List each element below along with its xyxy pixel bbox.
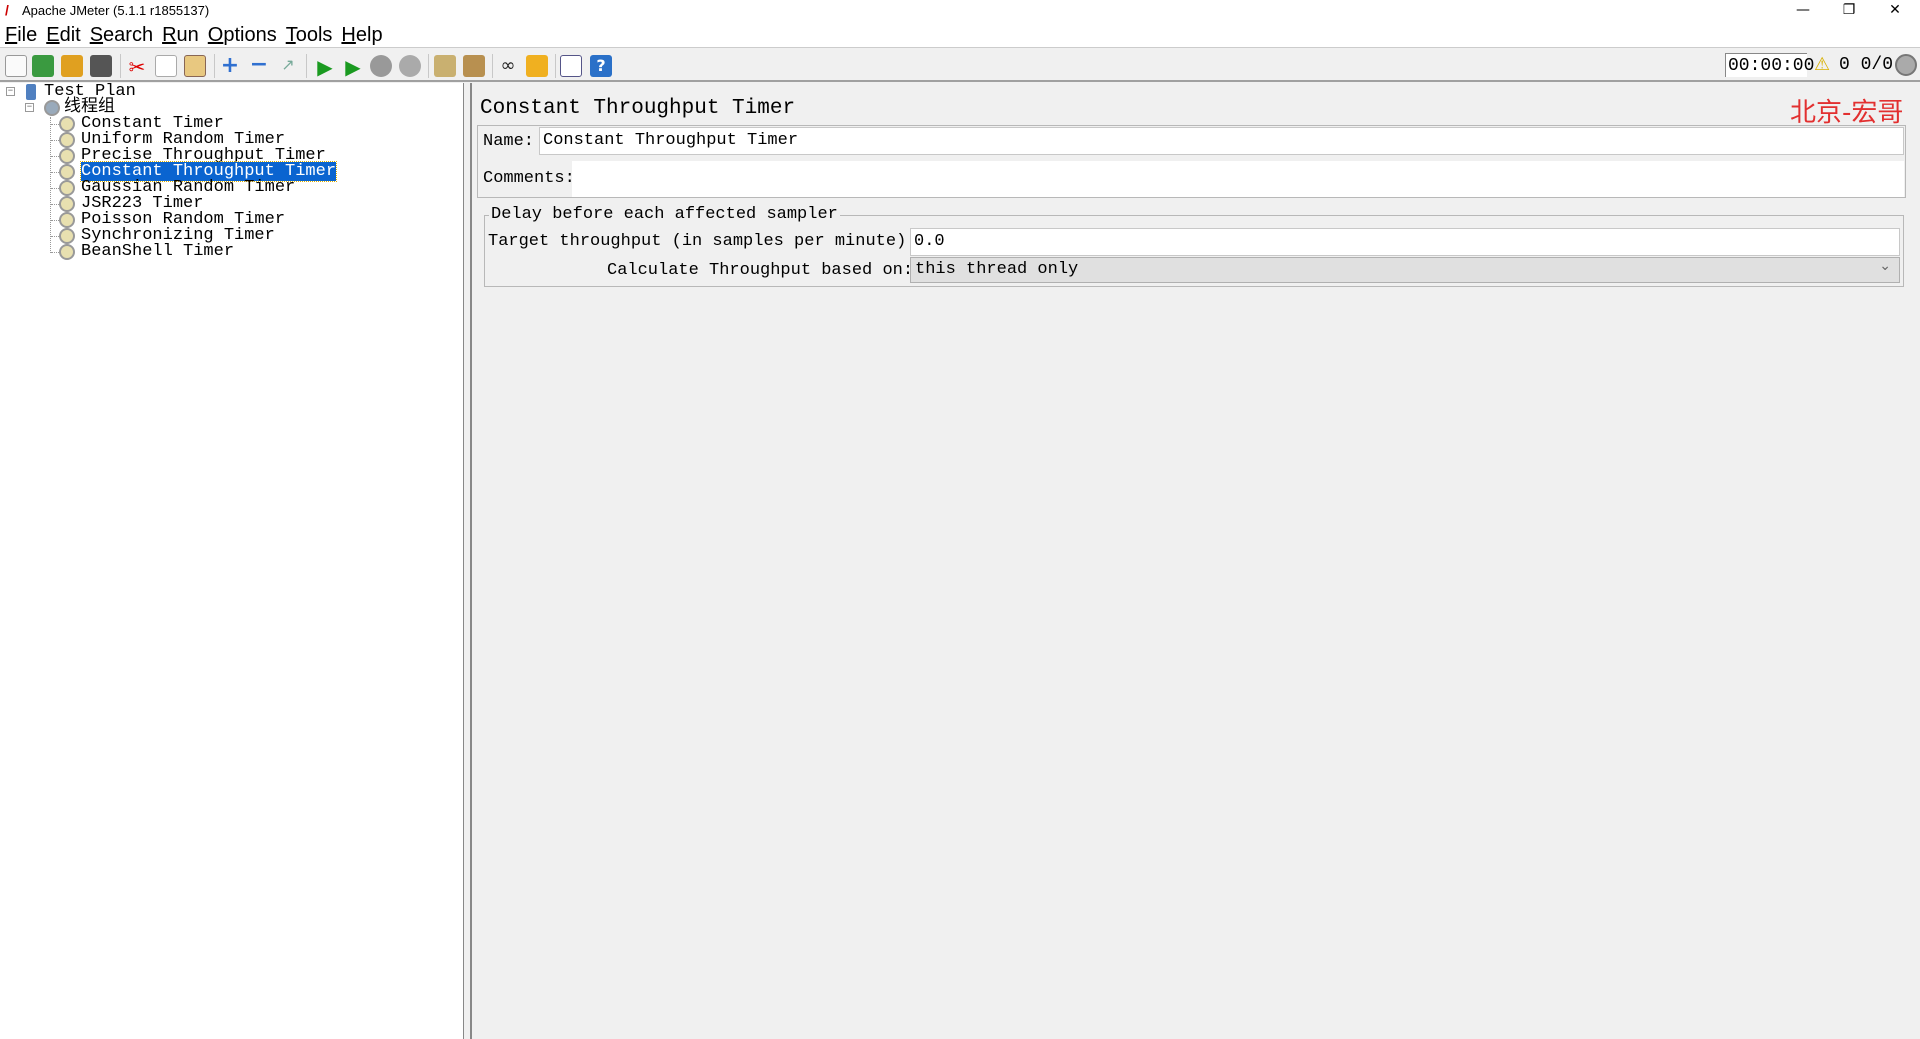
toolbar: ✂ + − ↗ ▶ ▶ ∞ ? — [0, 49, 1920, 82]
name-input[interactable]: Constant Throughput Timer — [539, 127, 1904, 155]
timer-icon — [59, 132, 75, 148]
paste-icon[interactable] — [184, 55, 206, 77]
remote-status-icon — [1895, 54, 1917, 76]
tree-node-label: BeanShell Timer — [81, 242, 235, 261]
restore-button[interactable]: ❐ — [1826, 0, 1872, 22]
name-label: Name: — [483, 132, 535, 151]
tree-node-timer[interactable]: BeanShell Timer — [59, 242, 235, 261]
menu-edit[interactable]: Edit — [46, 22, 80, 48]
menu-tools[interactable]: Tools — [286, 22, 333, 48]
target-throughput-label: Target throughput (in samples per minute… — [488, 232, 917, 251]
menu-run[interactable]: Run — [162, 22, 199, 48]
watermark-text: 北京-宏哥 — [1790, 98, 1904, 128]
search-icon[interactable]: ∞ — [497, 55, 519, 77]
gear-icon — [44, 100, 60, 116]
cut-icon[interactable]: ✂ — [126, 55, 148, 79]
jmeter-logo-icon: / — [5, 2, 9, 18]
minimize-button[interactable]: — — [1780, 0, 1826, 22]
menu-file[interactable]: File — [5, 22, 37, 48]
clear-icon[interactable] — [434, 55, 456, 77]
collapse-toggle[interactable]: − — [6, 87, 15, 96]
help-icon[interactable]: ? — [590, 55, 612, 77]
title-bar: / Apache JMeter (5.1.1 r1855137) — ❐ ✕ — [0, 0, 1920, 22]
timer-icon — [59, 180, 75, 196]
name-comments-section: Name: Constant Throughput Timer Comments… — [477, 125, 1906, 198]
expand-icon[interactable]: + — [219, 55, 241, 77]
reset-search-icon[interactable] — [526, 55, 548, 77]
shutdown-icon[interactable] — [399, 55, 421, 77]
calc-throughput-label: Calculate Throughput based on: — [607, 261, 914, 280]
start-icon[interactable]: ▶ — [314, 55, 336, 79]
target-throughput-input[interactable]: 0.0 — [910, 228, 1900, 256]
calc-throughput-select[interactable]: this thread only ⌄ — [910, 257, 1900, 283]
timer-icon — [59, 244, 75, 260]
chevron-down-icon: ⌄ — [1879, 258, 1891, 274]
warning-icon[interactable]: ⚠ — [1814, 54, 1830, 75]
copy-icon[interactable] — [155, 55, 177, 77]
warning-count: 0 — [1839, 55, 1850, 75]
timer-icon — [59, 212, 75, 228]
menu-help[interactable]: Help — [341, 22, 382, 48]
group-title: Delay before each affected sampler — [489, 205, 840, 224]
menu-bar: File Edit Search Run Options Tools Help — [0, 22, 1920, 48]
menu-search[interactable]: Search — [90, 22, 153, 48]
thread-count: 0/0 — [1860, 55, 1894, 75]
window-title: Apache JMeter (5.1.1 r1855137) — [22, 3, 210, 18]
panel-title: Constant Throughput Timer — [480, 97, 796, 120]
clear-all-icon[interactable] — [463, 55, 485, 77]
test-plan-tree: − Test Plan − 线程组 Constant Timer Uniform … — [0, 83, 464, 1039]
open-icon[interactable] — [61, 55, 83, 77]
timer-icon — [59, 116, 75, 132]
timer-icon — [59, 196, 75, 212]
templates-icon[interactable] — [32, 55, 54, 77]
function-helper-icon[interactable] — [560, 55, 582, 77]
new-icon[interactable] — [5, 55, 27, 77]
toggle-icon[interactable]: ↗ — [277, 55, 299, 77]
timer-icon — [59, 164, 75, 180]
test-plan-icon — [26, 84, 36, 100]
start-no-pauses-icon[interactable]: ▶ — [342, 55, 364, 79]
close-button[interactable]: ✕ — [1872, 0, 1918, 22]
timer-icon — [59, 228, 75, 244]
elapsed-time: 00:00:00 — [1725, 53, 1814, 77]
save-icon[interactable] — [90, 55, 112, 77]
timer-icon — [59, 148, 75, 164]
collapse-toggle[interactable]: − — [25, 103, 34, 112]
comments-input[interactable] — [572, 161, 1904, 197]
status-counts: 0 0/0 — [1839, 53, 1893, 77]
comments-label: Comments: — [483, 169, 575, 188]
split-pane-divider[interactable] — [464, 83, 472, 1039]
collapse-icon[interactable]: − — [248, 54, 270, 77]
stop-icon[interactable] — [370, 55, 392, 77]
calc-throughput-value: this thread only — [915, 260, 1079, 279]
menu-options[interactable]: Options — [208, 22, 277, 48]
